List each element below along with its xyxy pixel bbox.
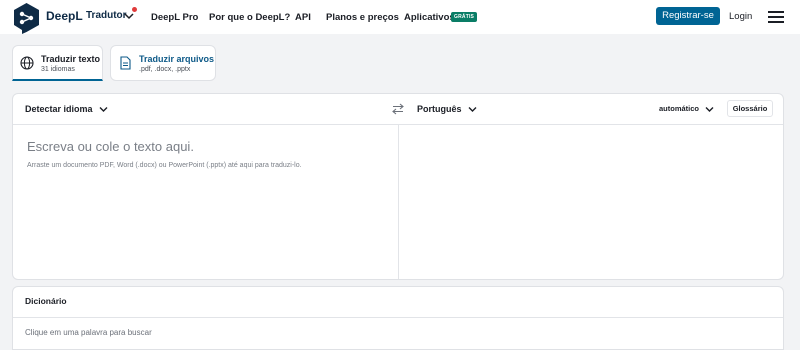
dictionary-panel: Dicionário Clique em uma palavra para bu… bbox=[12, 286, 784, 350]
chevron-down-icon[interactable] bbox=[124, 12, 134, 20]
notification-dot bbox=[132, 7, 137, 12]
free-badge: GRÁTIS bbox=[451, 12, 478, 22]
panel-divider bbox=[398, 125, 399, 279]
document-icon bbox=[120, 56, 131, 70]
tab-title: Traduzir texto bbox=[41, 54, 101, 64]
dictionary-hint: Clique em uma palavra para buscar bbox=[25, 328, 152, 337]
source-text-input[interactable]: Escreva ou cole o texto aqui. bbox=[27, 139, 194, 154]
hamburger-menu-icon[interactable] bbox=[768, 11, 784, 23]
formality-select[interactable]: automático bbox=[659, 104, 714, 113]
brand-product[interactable]: Tradutor bbox=[86, 10, 127, 21]
chevron-down-icon bbox=[468, 107, 477, 113]
nav-why-deepl[interactable]: Por que o DeepL? bbox=[209, 12, 290, 23]
top-navigation-bar: DeepL Tradutor DeepL Pro Por que o DeepL… bbox=[0, 0, 800, 34]
tab-translate-text[interactable]: Traduzir texto 31 idiomas bbox=[12, 45, 103, 81]
nav-api[interactable]: API bbox=[295, 12, 311, 23]
dictionary-title: Dicionário bbox=[25, 296, 67, 306]
tab-subtitle: .pdf, .docx, .pptx bbox=[139, 66, 191, 73]
globe-icon bbox=[20, 56, 34, 70]
nav-deepl-pro[interactable]: DeepL Pro bbox=[151, 12, 198, 23]
nav-apps[interactable]: Aplicativos bbox=[404, 12, 455, 23]
language-bar: Detectar idioma Português automático Glo… bbox=[13, 94, 783, 125]
target-language-label: Português bbox=[417, 104, 462, 114]
source-language-select[interactable]: Detectar idioma bbox=[25, 104, 108, 114]
translator-panel: Detectar idioma Português automático Glo… bbox=[12, 93, 784, 280]
tab-subtitle: 31 idiomas bbox=[41, 66, 75, 73]
target-language-select[interactable]: Português bbox=[417, 104, 477, 114]
chevron-down-icon bbox=[705, 106, 714, 112]
swap-languages-icon[interactable] bbox=[391, 103, 405, 115]
register-button[interactable]: Registrar-se bbox=[656, 7, 720, 25]
tab-translate-files[interactable]: Traduzir arquivos .pdf, .docx, .pptx bbox=[110, 45, 216, 81]
divider bbox=[13, 317, 783, 318]
drop-document-hint: Arraste um documento PDF, Word (.docx) o… bbox=[27, 162, 302, 169]
glossary-button[interactable]: Glossário bbox=[727, 100, 773, 117]
source-language-label: Detectar idioma bbox=[25, 104, 93, 114]
chevron-down-icon bbox=[99, 107, 108, 113]
nav-plans-pricing[interactable]: Planos e preços bbox=[326, 12, 399, 23]
deepl-logo-icon[interactable] bbox=[12, 2, 41, 34]
tab-title: Traduzir arquivos bbox=[139, 54, 215, 64]
brand-name[interactable]: DeepL bbox=[46, 9, 83, 23]
login-link[interactable]: Login bbox=[729, 11, 752, 22]
formality-label: automático bbox=[659, 104, 700, 113]
